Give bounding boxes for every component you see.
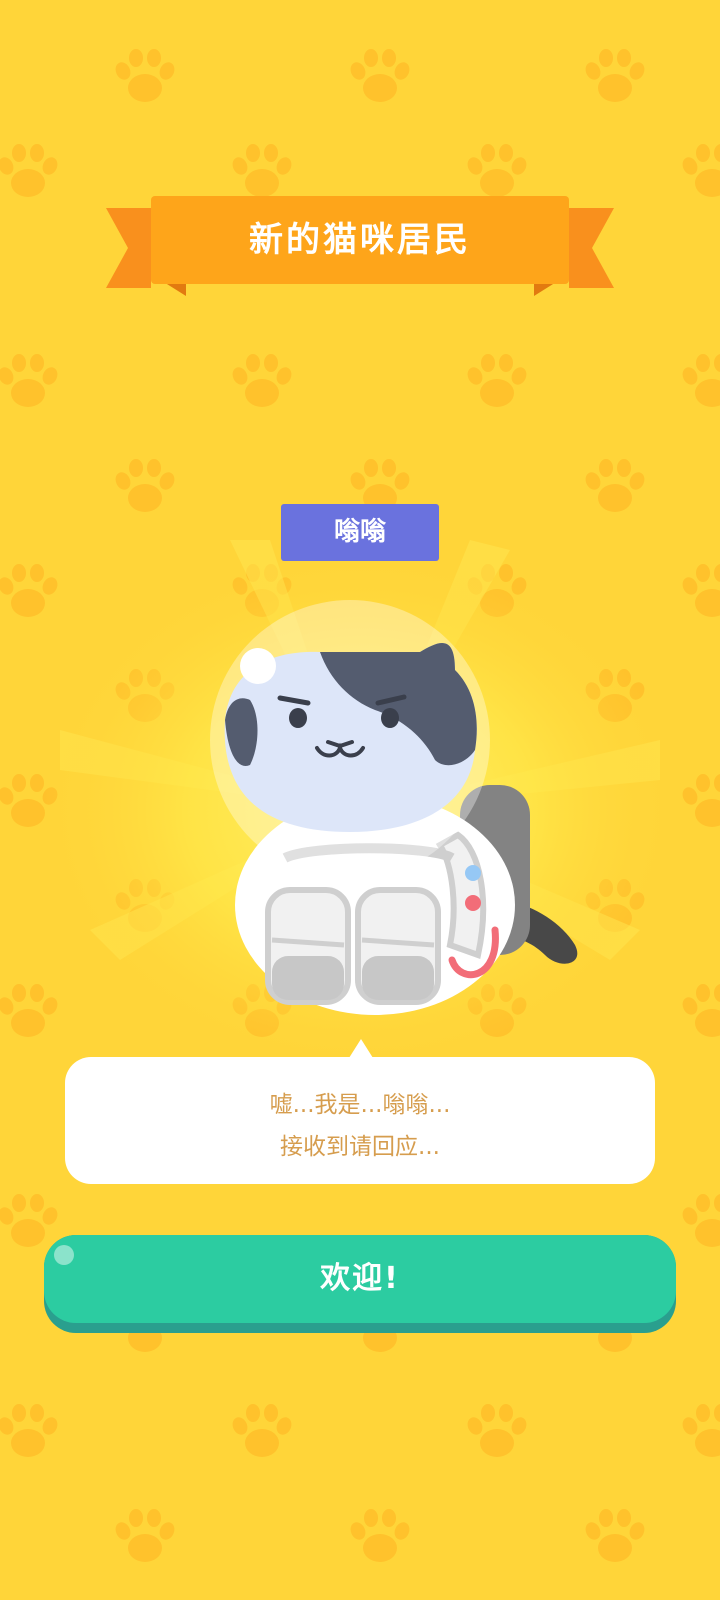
welcome-button[interactable]: 欢迎!	[44, 1235, 676, 1333]
cat-name-tag: 嗡嗡	[281, 504, 439, 561]
new-cat-screen: 新的猫咪居民 嗡嗡 嘘...我是...嗡嗡... 接收到请回应... 欢迎!	[0, 0, 720, 1600]
title-ribbon: 新的猫咪居民	[106, 196, 614, 296]
page-title: 新的猫咪居民	[249, 220, 471, 260]
speech-bubble: 嘘...我是...嗡嗡... 接收到请回应...	[65, 1057, 655, 1184]
astronaut-cat-illustration	[210, 600, 578, 1015]
speech-bubble-tail	[349, 1039, 373, 1058]
dialog-line-1: 嘘...我是...嗡嗡...	[269, 1092, 451, 1118]
welcome-button-label: 欢迎!	[320, 1261, 400, 1296]
dialog-line-2: 接收到请回应...	[280, 1134, 440, 1160]
